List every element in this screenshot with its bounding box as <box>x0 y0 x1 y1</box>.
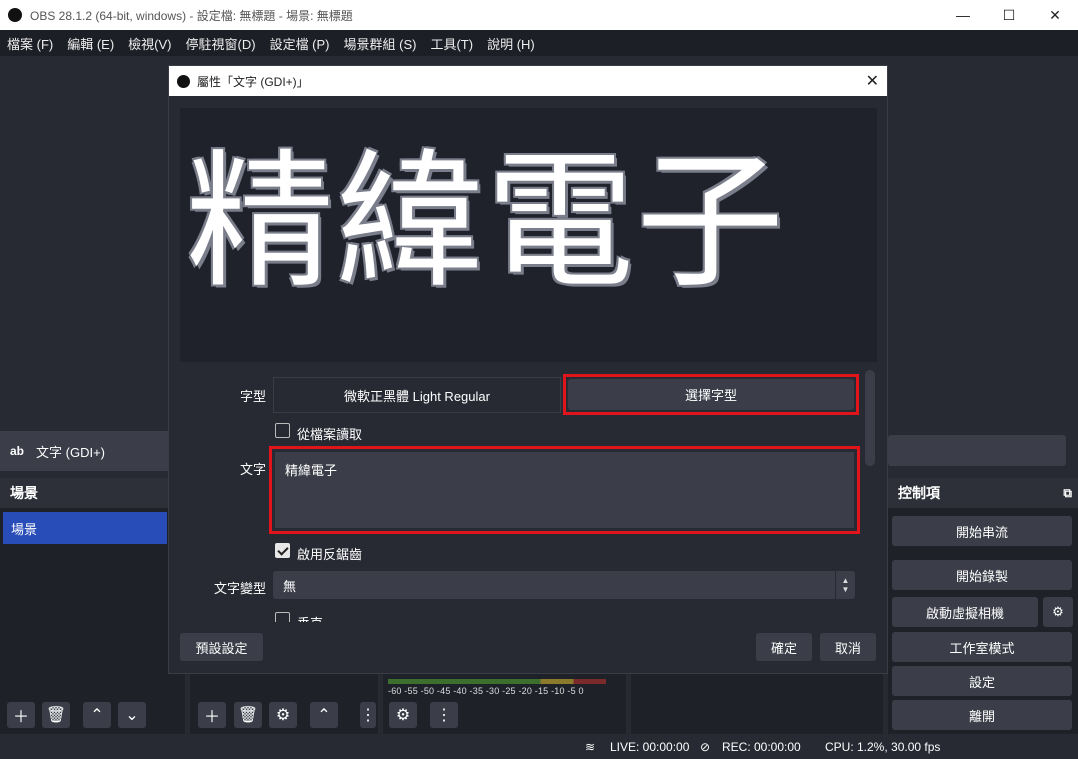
antialias-checkbox[interactable] <box>275 543 290 558</box>
window-titlebar: OBS 28.1.2 (64-bit, windows) - 設定檔: 無標題 … <box>0 0 1078 30</box>
menu-scene-collection[interactable]: 場景群組 (S) <box>337 34 424 53</box>
menu-bar: 檔案 (F) 編輯 (E) 檢視(V) 停駐視窗(D) 設定檔 (P) 場景群組… <box>0 30 1078 56</box>
read-from-file-label: 從檔案讀取 <box>297 427 363 442</box>
text-input-highlight: 精緯電子 <box>269 446 860 534</box>
virtual-camera-settings-gear-icon[interactable]: ⚙ <box>1043 597 1073 627</box>
defaults-button[interactable]: 預設設定 <box>180 633 263 661</box>
menu-tools[interactable]: 工具(T) <box>423 34 480 53</box>
controls-dock-title-text: 控制項 <box>898 485 940 501</box>
font-display: 微軟正黑體 Light Regular <box>273 377 561 413</box>
choose-font-highlight: 選擇字型 <box>563 374 859 415</box>
rec-icon: ⊘ <box>700 740 711 754</box>
audio-meter-ticks: -60 -55 -50 -45 -40 -35 -30 -25 -20 -15 … <box>388 686 584 696</box>
move-scene-down-icon[interactable]: ⌄ <box>118 702 146 728</box>
text-input[interactable]: 精緯電子 <box>275 452 854 528</box>
vertical-checkbox[interactable] <box>275 612 290 622</box>
preview-text: 精緯電子 <box>186 136 786 308</box>
live-status: LIVE: 00:00:00 <box>610 740 690 754</box>
controls-dock-title: 控制項 ⧉ <box>888 478 1078 508</box>
source-toolbar-properties[interactable] <box>888 435 1066 466</box>
choose-font-button[interactable]: 選擇字型 <box>568 379 854 410</box>
dialog-titlebar: 屬性「文字 (GDI+)」 <box>169 66 887 96</box>
sources-more-icon[interactable]: ⋮ <box>360 702 376 728</box>
mixer-more-icon[interactable]: ⋮ <box>430 702 458 728</box>
menu-docks[interactable]: 停駐視窗(D) <box>179 34 263 53</box>
source-toolbar[interactable]: ab 文字 (GDI+) <box>0 431 168 471</box>
obs-logo-icon <box>8 8 22 22</box>
read-from-file-checkbox[interactable] <box>275 423 290 438</box>
mixer-settings-gear-icon[interactable]: ⚙ <box>389 702 417 728</box>
status-bar: ≋ LIVE: 00:00:00 ⊘ REC: 00:00:00 CPU: 1.… <box>0 736 1078 759</box>
minimize-button[interactable]: — <box>940 0 986 30</box>
add-source-plus-icon[interactable]: ＋ <box>198 702 226 728</box>
ok-button[interactable]: 確定 <box>756 633 812 661</box>
transform-select-value: 無 <box>283 578 297 594</box>
maximize-button[interactable]: ☐ <box>986 0 1032 30</box>
live-signal-icon: ≋ <box>585 740 596 754</box>
start-virtual-camera-button[interactable]: 啟動虛擬相機 <box>892 597 1038 627</box>
exit-button[interactable]: 離開 <box>892 700 1072 730</box>
cpu-status: CPU: 1.2%, 30.00 fps <box>825 740 941 754</box>
vertical-label: 垂直 <box>297 613 323 622</box>
properties-dialog: 屬性「文字 (GDI+)」 ✕ 精緯電子 字型 微軟正黑體 Light Regu… <box>168 65 888 674</box>
remove-source-trash-icon[interactable]: 🗑 <box>234 702 262 728</box>
settings-button[interactable]: 設定 <box>892 666 1072 696</box>
undock-icon[interactable]: ⧉ <box>1063 486 1072 501</box>
select-updown-icon: ▲ ▼ <box>835 571 855 599</box>
add-scene-plus-icon[interactable]: ＋ <box>7 702 35 728</box>
dialog-title: 屬性「文字 (GDI+)」 <box>197 74 309 89</box>
scene-item-label: 場景 <box>11 521 38 537</box>
menu-file[interactable]: 檔案 (F) <box>0 34 60 53</box>
scene-list-item[interactable]: 場景 <box>3 512 167 544</box>
text-source-icon: ab <box>10 444 25 458</box>
transform-select[interactable]: 無 ▲ ▼ <box>273 571 855 599</box>
source-toolbar-label: 文字 (GDI+) <box>36 444 105 460</box>
dialog-scrollbar[interactable] <box>865 370 875 466</box>
obs-logo-icon <box>177 74 190 88</box>
window-title: OBS 28.1.2 (64-bit, windows) - 設定檔: 無標題 … <box>30 8 353 23</box>
vertical-row-clip: 垂直 <box>269 610 859 622</box>
close-window-button[interactable]: ✕ <box>1032 0 1078 30</box>
menu-view[interactable]: 檢視(V) <box>121 34 178 53</box>
move-source-up-icon[interactable]: ⌃ <box>310 702 338 728</box>
rec-status: REC: 00:00:00 <box>722 740 801 754</box>
studio-mode-button[interactable]: 工作室模式 <box>892 632 1072 662</box>
start-recording-button[interactable]: 開始錄製 <box>892 560 1072 590</box>
remove-scene-trash-icon[interactable]: 🗑 <box>42 702 70 728</box>
text-preview: 精緯電子 <box>180 108 877 362</box>
text-label: 文字 <box>239 462 266 477</box>
font-label: 字型 <box>239 389 266 404</box>
menu-profile[interactable]: 設定檔 (P) <box>263 34 337 53</box>
menu-help[interactable]: 說明 (H) <box>480 34 542 53</box>
antialias-label: 啟用反鋸齒 <box>297 547 363 562</box>
dialog-close-icon[interactable]: ✕ <box>866 71 879 91</box>
menu-edit[interactable]: 編輯 (E) <box>60 34 121 53</box>
start-streaming-button[interactable]: 開始串流 <box>892 516 1072 546</box>
cancel-button[interactable]: 取消 <box>820 633 876 661</box>
scenes-dock-title: 場景 <box>0 478 185 508</box>
transform-label: 文字變型 <box>213 581 266 596</box>
audio-meter <box>388 679 606 684</box>
source-properties-gear-icon[interactable]: ⚙ <box>269 702 297 728</box>
move-scene-up-icon[interactable]: ⌃ <box>83 702 111 728</box>
